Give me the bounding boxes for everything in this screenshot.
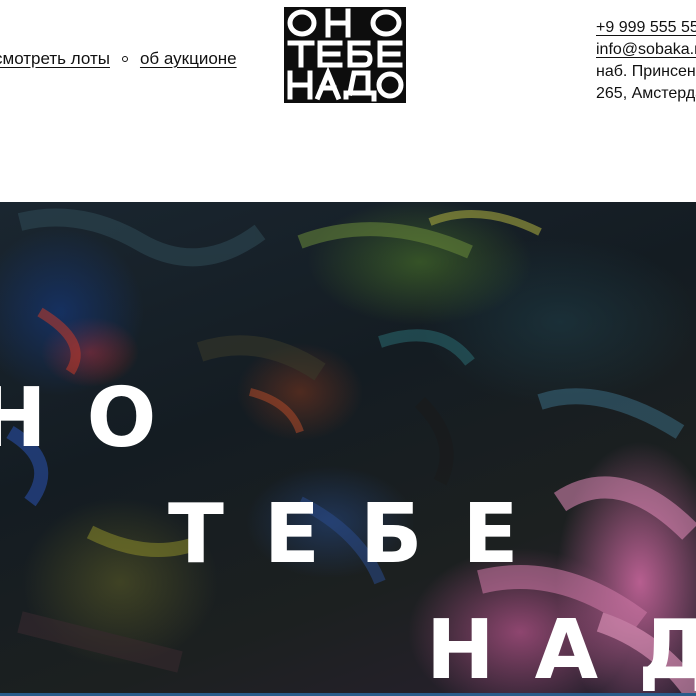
hero-banner: НО ТЕБЕ НАД	[0, 202, 696, 696]
address-line-2: 265, Амстердам	[596, 85, 696, 102]
address-line-1: наб. Принсенграхт	[596, 63, 696, 80]
site-logo[interactable]	[284, 7, 406, 103]
nav-link-lots[interactable]: смотреть лоты	[0, 49, 110, 69]
nav-separator-dot	[121, 56, 128, 62]
phone-link[interactable]: +9 999 555 55 55	[596, 19, 696, 36]
hero-word-2: ТЕБЕ	[168, 487, 559, 582]
hero-word-3: НАД	[426, 603, 696, 696]
logo-lettering	[287, 8, 404, 102]
contact-info: +9 999 555 55 55 info@sobaka.ru наб. При…	[596, 17, 696, 105]
email-link[interactable]: info@sobaka.ru	[596, 41, 696, 58]
main-nav: смотреть лоты об аукционе	[0, 48, 237, 70]
nav-link-about[interactable]: об аукционе	[140, 49, 237, 69]
hero-word-1: НО	[0, 371, 197, 466]
